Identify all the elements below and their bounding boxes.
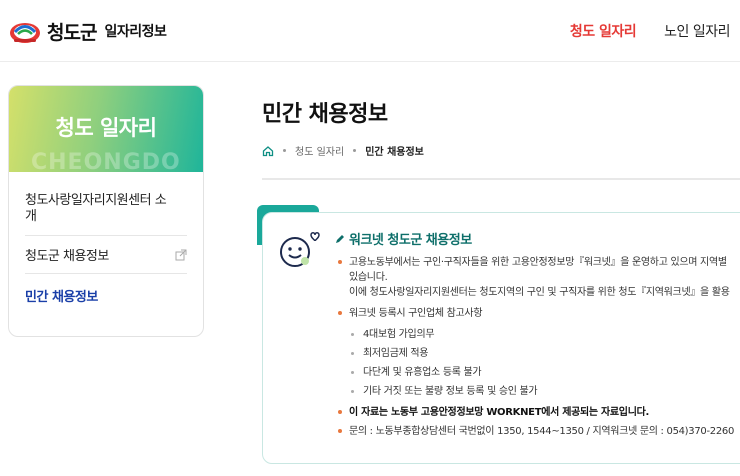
county-emblem-icon (10, 23, 40, 43)
smiley-heart-icon (280, 232, 320, 267)
pencil-icon (336, 235, 344, 243)
info-card-body: 고용노동부에서는 구인·구직자들을 위한 고용안정정보망『워크넷』을 운영하고 … (338, 255, 740, 439)
title-divider (262, 178, 740, 180)
sidebar-item-county-jobs[interactable]: 청도군 채용정보 (25, 236, 187, 274)
page-title: 민간 채용정보 (262, 102, 388, 127)
list-item: 다단계 및 유흥업소 등록 불가 (349, 365, 740, 380)
info-card: 워크넷 청도군 채용정보 고용노동부에서는 구인·구직자들을 위한 고용안정정보… (262, 212, 740, 464)
sidebar-item-private-jobs[interactable]: 민간 채용정보 (25, 274, 187, 316)
site-header: 청도군 일자리정보 청도 일자리 노인 일자리 (0, 0, 740, 62)
sidebar-item-center-intro[interactable]: 청도사랑일자리지원센터 소 개 (25, 172, 187, 236)
source-notice: 이 자료는 노동부 고용안정정보망 WORKNET에서 제공되는 자료입니다. (338, 405, 740, 420)
breadcrumb: 청도 일자리 민간 채용정보 (262, 143, 424, 158)
sidebar: 청도 일자리 CHEONGDO 청도사랑일자리지원센터 소 개 청도군 채용정보… (8, 85, 204, 337)
breadcrumb-separator (353, 149, 357, 152)
sidebar-menu: 청도사랑일자리지원센터 소 개 청도군 채용정보 민간 채용정보 (9, 172, 203, 316)
sidebar-banner-watermark: CHEONGDO (31, 150, 181, 172)
nav-senior-jobs[interactable]: 노인 일자리 (664, 21, 730, 41)
info-paragraph-line: 있습니다. (349, 272, 388, 283)
sidebar-item-label: 청도군 채용정보 (25, 249, 109, 264)
list-item: 최저임금제 적용 (349, 346, 740, 361)
sidebar-item-label: 민간 채용정보 (25, 289, 98, 305)
list-item: 4대보험 가입의무 (349, 327, 740, 342)
sidebar-banner-title: 청도 일자리 (55, 116, 157, 140)
global-nav: 청도 일자리 노인 일자리 (542, 21, 731, 41)
breadcrumb-item-cheongdo-jobs[interactable]: 청도 일자리 (295, 143, 344, 158)
sidebar-banner: 청도 일자리 CHEONGDO (9, 86, 203, 172)
logo-subtitle: 일자리정보 (104, 24, 167, 40)
info-paragraph-line: 이에 청도사랑일자리지원센터는 청도지역의 구인 및 구직자를 위한 청도『지역… (349, 287, 730, 298)
home-icon[interactable] (262, 145, 274, 157)
list-item: 기타 거짓 또는 불량 정보 등록 및 승인 불가 (349, 384, 740, 399)
site-logo[interactable]: 청도군 일자리정보 (8, 17, 167, 45)
breadcrumb-separator (283, 149, 286, 152)
nav-cheongdo-jobs[interactable]: 청도 일자리 (570, 21, 637, 41)
info-card-title: 워크넷 청도군 채용정보 (335, 229, 472, 248)
info-paragraph-line: 고용노동부에서는 구인·구직자들을 위한 고용안정정보망『워크넷』을 운영하고 … (338, 255, 740, 270)
info-section-heading: 워크넷 등록시 구인업체 참고사항 (338, 306, 740, 321)
external-link-icon (175, 249, 187, 260)
contact-info: 문의 : 노동부종합상담센터 국번없이 1350, 1544~1350 / 지역… (338, 424, 740, 439)
logo-name: 청도군 (47, 21, 97, 44)
breadcrumb-item-current: 민간 채용정보 (365, 147, 424, 158)
sidebar-item-label: 청도사랑일자리지원센터 소 개 (25, 192, 167, 224)
